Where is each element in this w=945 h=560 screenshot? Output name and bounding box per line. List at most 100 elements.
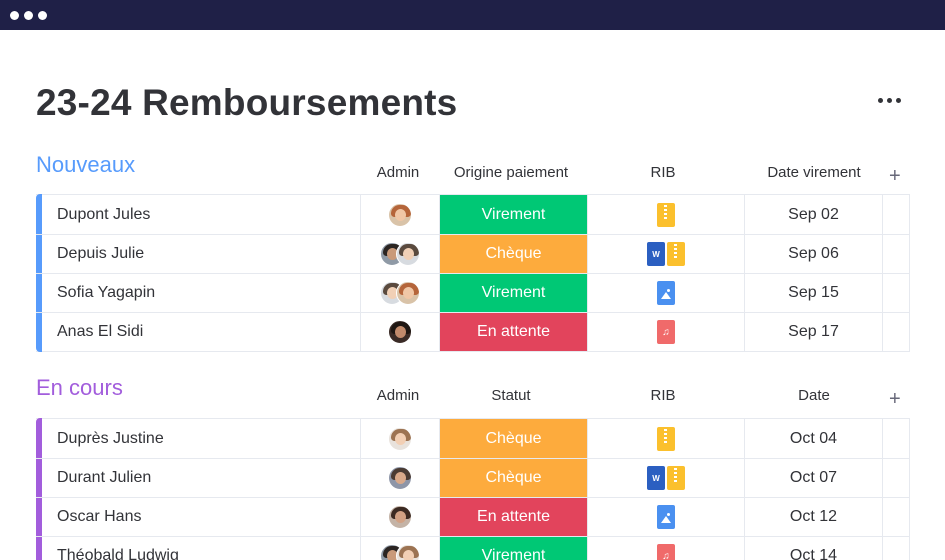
group-title[interactable]: En cours xyxy=(36,375,123,401)
column-header-admin[interactable]: Admin xyxy=(362,387,434,404)
column-header-status[interactable]: Statut xyxy=(440,387,582,404)
admin-cell[interactable] xyxy=(360,195,439,234)
rib-files-cell[interactable] xyxy=(587,498,744,536)
table-row[interactable]: Anas El Sidi En attente ♫ Sep 17 xyxy=(36,312,909,351)
page-title: 23-24 Remboursements xyxy=(36,82,458,123)
empty-cell xyxy=(882,313,910,351)
file-list: ♫ xyxy=(657,544,675,560)
window-dot-icon xyxy=(10,11,19,20)
avatar-group xyxy=(380,242,420,266)
column-header-date[interactable]: Date virement xyxy=(745,164,883,181)
window-dot-icon xyxy=(24,11,33,20)
avatar-woman-light[interactable] xyxy=(396,544,420,560)
window-top-bar xyxy=(0,0,945,30)
audio-file-icon[interactable]: ♫ xyxy=(657,544,675,560)
rib-files-cell[interactable]: W xyxy=(587,459,744,497)
status-label[interactable]: Virement xyxy=(439,274,587,312)
item-name[interactable]: Duprès Justine xyxy=(42,419,360,458)
admin-cell[interactable] xyxy=(360,498,439,536)
rib-files-cell[interactable] xyxy=(587,195,744,234)
file-list xyxy=(657,426,675,451)
avatar-woman-dark[interactable] xyxy=(388,320,412,344)
status-label[interactable]: En attente xyxy=(439,313,587,351)
date-cell[interactable]: Sep 06 xyxy=(744,235,882,273)
file-list: ♫ xyxy=(657,320,675,344)
item-name[interactable]: Depuis Julie xyxy=(42,235,360,273)
column-header-date[interactable]: Date xyxy=(745,387,883,404)
date-cell[interactable]: Oct 12 xyxy=(744,498,882,536)
admin-cell[interactable] xyxy=(360,459,439,497)
word-file-icon[interactable]: W xyxy=(647,466,665,490)
zip-file-icon[interactable] xyxy=(667,466,685,490)
rib-files-cell[interactable]: ♫ xyxy=(587,313,744,351)
date-cell[interactable]: Oct 04 xyxy=(744,419,882,458)
table-row[interactable]: Théobald Ludwig Virement ♫ Oct 14 xyxy=(36,536,909,560)
status-label[interactable]: Virement xyxy=(439,537,587,560)
admin-cell[interactable] xyxy=(360,537,439,560)
table-row[interactable]: Oscar Hans En attente Oct 12 xyxy=(36,497,909,536)
empty-cell xyxy=(882,195,910,234)
rib-files-cell[interactable]: ♫ xyxy=(587,537,744,560)
date-cell[interactable]: Oct 07 xyxy=(744,459,882,497)
item-name[interactable]: Durant Julien xyxy=(42,459,360,497)
item-name[interactable]: Oscar Hans xyxy=(42,498,360,536)
file-list xyxy=(657,202,675,227)
status-label[interactable]: Chèque xyxy=(439,235,587,273)
rib-files-cell[interactable] xyxy=(587,274,744,312)
image-file-icon[interactable] xyxy=(657,281,675,305)
date-cell[interactable]: Sep 02 xyxy=(744,195,882,234)
admin-cell[interactable] xyxy=(360,274,439,312)
column-header-status[interactable]: Origine paiement xyxy=(440,164,582,181)
admin-cell[interactable] xyxy=(360,419,439,458)
column-header-rib[interactable]: RIB xyxy=(600,164,726,181)
add-column-plus-icon[interactable]: + xyxy=(889,389,901,409)
item-name[interactable]: Anas El Sidi xyxy=(42,313,360,351)
group-title[interactable]: Nouveaux xyxy=(36,152,135,178)
empty-cell xyxy=(882,274,910,312)
word-file-icon[interactable]: W xyxy=(647,242,665,266)
column-header-admin[interactable]: Admin xyxy=(362,164,434,181)
image-file-icon[interactable] xyxy=(657,505,675,529)
column-header-rib[interactable]: RIB xyxy=(600,387,726,404)
table-row[interactable]: Durant Julien Chèque W Oct 07 xyxy=(36,458,909,497)
avatar-woman-red-hair[interactable] xyxy=(396,281,420,305)
date-cell[interactable]: Sep 17 xyxy=(744,313,882,351)
status-label[interactable]: Chèque xyxy=(439,419,587,458)
date-cell[interactable]: Sep 15 xyxy=(744,274,882,312)
empty-cell xyxy=(882,459,910,497)
avatar-woman-light[interactable] xyxy=(388,426,412,451)
table-row[interactable]: Dupont Jules Virement Sep 02 xyxy=(36,195,909,234)
rib-files-cell[interactable]: W xyxy=(587,235,744,273)
status-label[interactable]: Virement xyxy=(439,195,587,234)
more-options-icon[interactable] xyxy=(878,98,908,106)
empty-cell xyxy=(882,235,910,273)
status-label[interactable]: En attente xyxy=(439,498,587,536)
item-name[interactable]: Sofia Yagapin xyxy=(42,274,360,312)
rib-files-cell[interactable] xyxy=(587,419,744,458)
avatar-woman-brown[interactable] xyxy=(388,505,412,529)
avatar-man-light[interactable] xyxy=(396,242,420,266)
zip-file-icon[interactable] xyxy=(657,202,675,227)
file-list xyxy=(657,505,675,529)
table-row[interactable]: Duprès Justine Chèque Oct 04 xyxy=(36,419,909,458)
audio-file-icon[interactable]: ♫ xyxy=(657,320,675,344)
admin-cell[interactable] xyxy=(360,313,439,351)
status-label[interactable]: Chèque xyxy=(439,459,587,497)
table-row[interactable]: Sofia Yagapin Virement Sep 15 xyxy=(36,273,909,312)
zip-file-icon[interactable] xyxy=(657,426,675,451)
date-cell[interactable]: Oct 14 xyxy=(744,537,882,560)
avatar-man-beard[interactable] xyxy=(388,466,412,490)
admin-cell[interactable] xyxy=(360,235,439,273)
empty-cell xyxy=(882,537,910,560)
item-name[interactable]: Dupont Jules xyxy=(42,195,360,234)
file-list xyxy=(657,281,675,305)
avatar-group xyxy=(388,505,412,529)
avatar-group xyxy=(388,202,412,227)
avatar-woman-red-hair[interactable] xyxy=(388,202,412,227)
add-column-plus-icon[interactable]: + xyxy=(889,166,901,186)
avatar-group xyxy=(380,544,420,560)
table-row[interactable]: Depuis Julie Chèque W Sep 06 xyxy=(36,234,909,273)
item-name[interactable]: Théobald Ludwig xyxy=(42,537,360,560)
zip-file-icon[interactable] xyxy=(667,242,685,266)
avatar-group xyxy=(388,466,412,490)
